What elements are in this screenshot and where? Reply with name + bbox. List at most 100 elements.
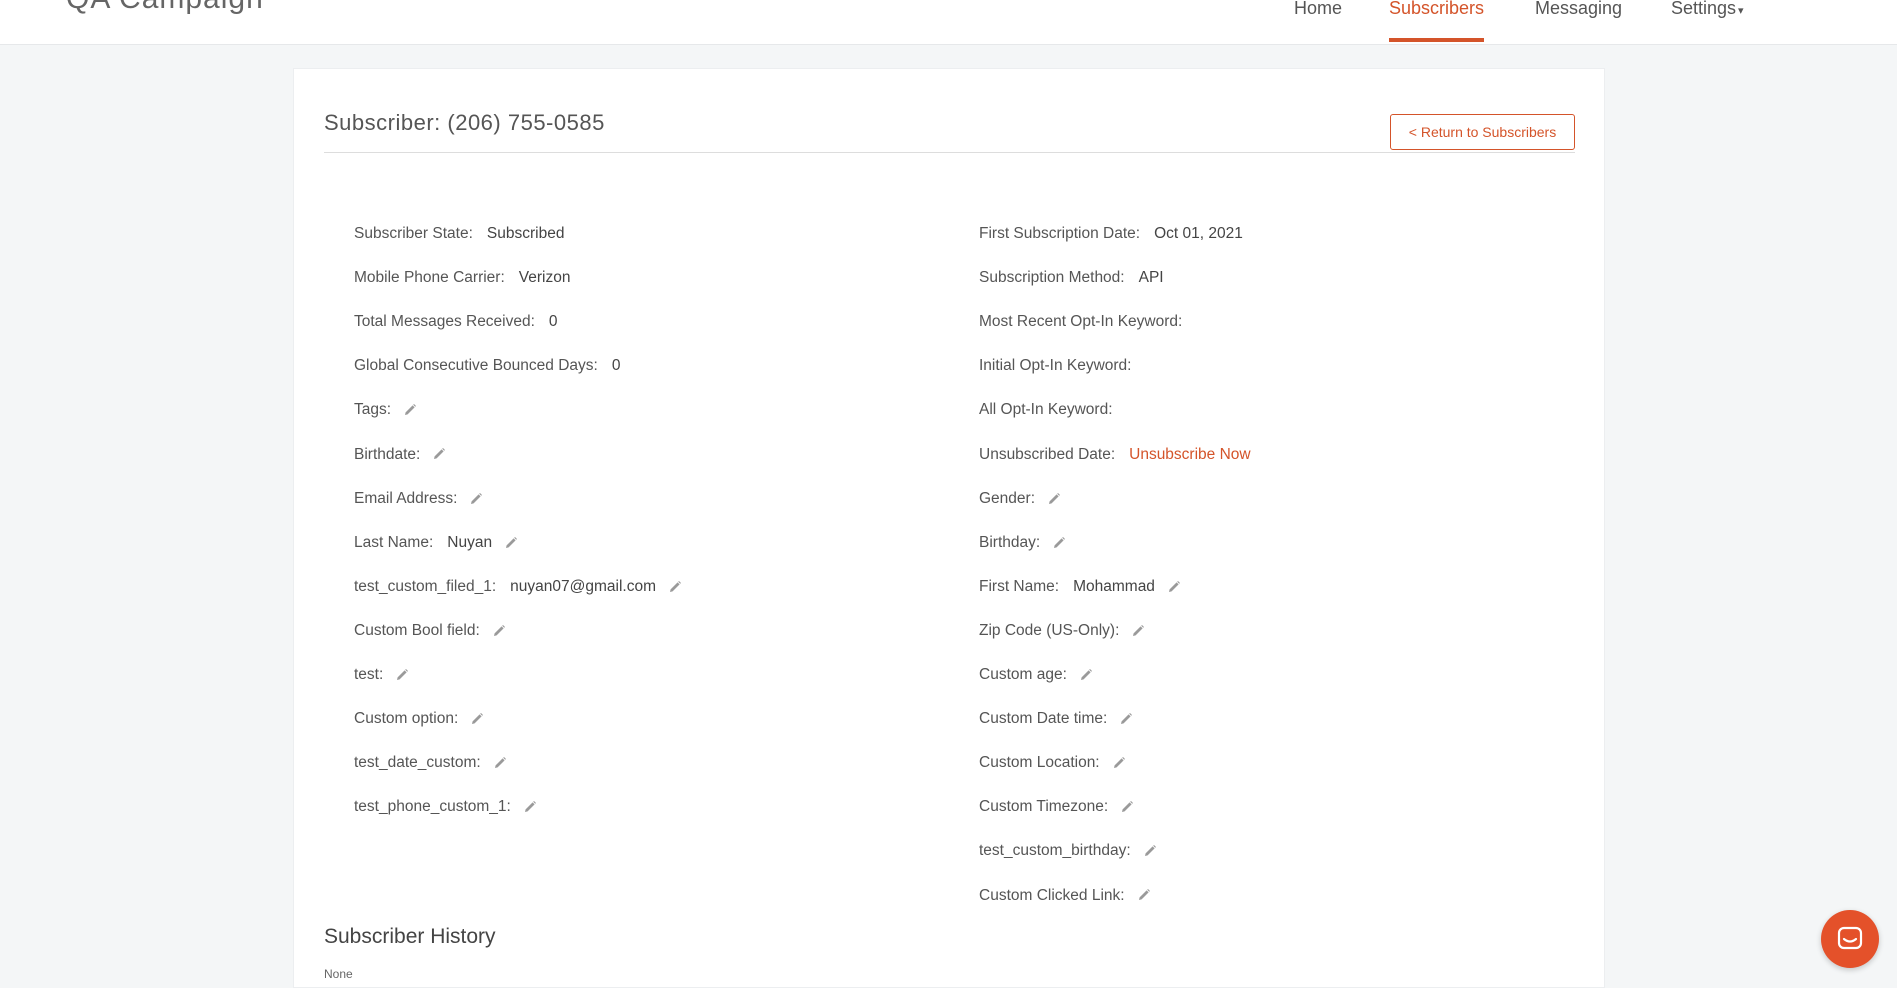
pencil-icon[interactable] <box>504 536 518 550</box>
field-unsubscribed-date: Unsubscribed Date: Unsubscribe Now <box>979 443 1251 467</box>
field-label: Most Recent Opt-In Keyword: <box>979 313 1183 331</box>
field-value: 0 <box>611 357 621 375</box>
field-custom-date-time: Custom Date time: <box>979 707 1133 731</box>
field-value: Verizon <box>518 269 571 287</box>
field-first-name: First Name: Mohammad <box>979 575 1181 599</box>
field-most-recent-opt-in-keyword: Most Recent Opt-In Keyword: <box>979 310 1182 334</box>
field-label: Unsubscribed Date: <box>979 445 1116 463</box>
field-label: Subscriber State: <box>354 225 473 242</box>
pencil-icon[interactable] <box>1120 800 1134 814</box>
nav-messaging[interactable]: Messaging <box>1535 0 1622 43</box>
field-label: Custom Date time: <box>979 710 1108 728</box>
pencil-icon[interactable] <box>1131 624 1145 638</box>
field-custom-location: Custom Location: <box>979 751 1126 775</box>
field-value: nuyan07@gmail.com <box>510 577 657 595</box>
field-birthdate: Birthdate: <box>354 443 446 467</box>
field-birthday: Birthday: <box>979 531 1066 555</box>
pencil-icon[interactable] <box>403 403 417 417</box>
field-value: Subscribed <box>486 225 565 242</box>
field-subscription-method: Subscription Method: API <box>979 266 1164 290</box>
nav-settings[interactable]: Settings ▾ <box>1671 0 1744 43</box>
field-test-custom-filed-1: test_custom_filed_1: nuyan07@gmail.com <box>354 575 682 599</box>
field-custom-timezone: Custom Timezone: <box>979 795 1134 819</box>
field-value: Nuyan <box>447 533 493 551</box>
field-label: Email Address: <box>354 489 458 507</box>
field-test-date-custom: test_date_custom: <box>354 751 507 775</box>
pencil-icon[interactable] <box>1119 712 1133 726</box>
field-label: Custom Location: <box>979 754 1100 772</box>
top-navbar: QA Campaign Home Subscribers Messaging S… <box>0 0 1897 45</box>
pencil-icon[interactable] <box>1167 580 1181 594</box>
field-total-messages-received: Total Messages Received: 0 <box>354 310 558 334</box>
pencil-icon[interactable] <box>523 800 537 814</box>
field-label: First Name: <box>979 577 1060 595</box>
subscriber-detail-card: Subscriber: (206) 755-0585 < Return to S… <box>293 68 1605 988</box>
field-tags: Tags: <box>354 398 417 422</box>
pencil-icon[interactable] <box>395 668 409 682</box>
field-custom-option: Custom option: <box>354 707 484 731</box>
field-label: test_custom_filed_1: <box>354 577 497 595</box>
field-label: Last Name: <box>354 533 434 551</box>
pencil-icon[interactable] <box>1052 536 1066 550</box>
field-label: test_phone_custom_1: <box>354 798 511 816</box>
field-label: Custom Timezone: <box>979 798 1109 816</box>
unsubscribe-now-link[interactable]: Unsubscribe Now <box>1129 446 1250 463</box>
subscriber-history-empty: None <box>324 967 353 981</box>
field-label: Gender: <box>979 489 1036 507</box>
nav-settings-label: Settings <box>1671 0 1737 18</box>
chat-icon <box>1837 926 1863 950</box>
pencil-icon[interactable] <box>493 756 507 770</box>
field-value: API <box>1138 269 1164 287</box>
field-value: Oct 01, 2021 <box>1154 225 1243 242</box>
field-global-consecutive-bounced-days: Global Consecutive Bounced Days: 0 <box>354 354 620 378</box>
pencil-icon[interactable] <box>668 580 682 594</box>
field-value: Mohammad <box>1073 577 1155 595</box>
field-label: Birthday: <box>979 533 1041 551</box>
nav-home[interactable]: Home <box>1294 0 1342 43</box>
chat-launcher-button[interactable] <box>1821 910 1879 968</box>
pencil-icon[interactable] <box>432 447 446 461</box>
pencil-icon[interactable] <box>1143 844 1157 858</box>
pencil-icon[interactable] <box>470 712 484 726</box>
field-label: Initial Opt-In Keyword: <box>979 357 1132 375</box>
field-first-subscription-date: First Subscription Date: Oct 01, 2021 <box>979 222 1243 246</box>
field-label: Custom option: <box>354 710 459 728</box>
field-label: test: <box>354 666 384 683</box>
title-divider <box>324 152 1575 153</box>
return-to-subscribers-button[interactable]: < Return to Subscribers <box>1390 114 1575 150</box>
field-all-opt-in-keyword: All Opt-In Keyword: <box>979 398 1113 422</box>
field-label: Global Consecutive Bounced Days: <box>354 357 598 375</box>
field-label: Custom Bool field: <box>354 621 480 639</box>
field-label: test_date_custom: <box>354 754 481 772</box>
subscriber-history-title: Subscriber History <box>324 925 496 948</box>
field-label: Subscription Method: <box>979 269 1125 287</box>
pencil-icon[interactable] <box>1079 668 1093 682</box>
field-custom-clicked-link: Custom Clicked Link: <box>979 884 1151 908</box>
nav-subscribers[interactable]: Subscribers <box>1389 0 1485 43</box>
field-label: Birthdate: <box>354 445 421 463</box>
field-label: All Opt-In Keyword: <box>979 401 1113 419</box>
field-test: test: <box>354 663 409 687</box>
field-zip-code-us-only: Zip Code (US-Only): <box>979 619 1145 643</box>
field-label: Custom Clicked Link: <box>979 886 1125 904</box>
field-label: Custom age: <box>979 666 1067 683</box>
pencil-icon[interactable] <box>1047 492 1061 506</box>
field-custom-age: Custom age: <box>979 663 1093 687</box>
field-test-phone-custom-1: test_phone_custom_1: <box>354 795 537 819</box>
field-label: First Subscription Date: <box>979 225 1141 242</box>
field-last-name: Last Name: Nuyan <box>354 531 518 555</box>
pencil-icon[interactable] <box>492 624 506 638</box>
brand-title[interactable]: QA Campaign <box>66 0 264 16</box>
caret-down-icon: ▾ <box>1738 5 1744 17</box>
field-subscriber-state: Subscriber State: Subscribed <box>354 222 564 246</box>
field-gender: Gender: <box>979 487 1061 511</box>
pencil-icon[interactable] <box>1137 888 1151 902</box>
field-label: Mobile Phone Carrier: <box>354 269 505 287</box>
pencil-icon[interactable] <box>469 492 483 506</box>
field-mobile-phone-carrier: Mobile Phone Carrier: Verizon <box>354 266 570 290</box>
field-label: Total Messages Received: <box>354 313 535 331</box>
pencil-icon[interactable] <box>1112 756 1126 770</box>
field-initial-opt-in-keyword: Initial Opt-In Keyword: <box>979 354 1131 378</box>
field-test-custom-birthday: test_custom_birthday: <box>979 839 1157 863</box>
field-value: 0 <box>548 313 558 331</box>
